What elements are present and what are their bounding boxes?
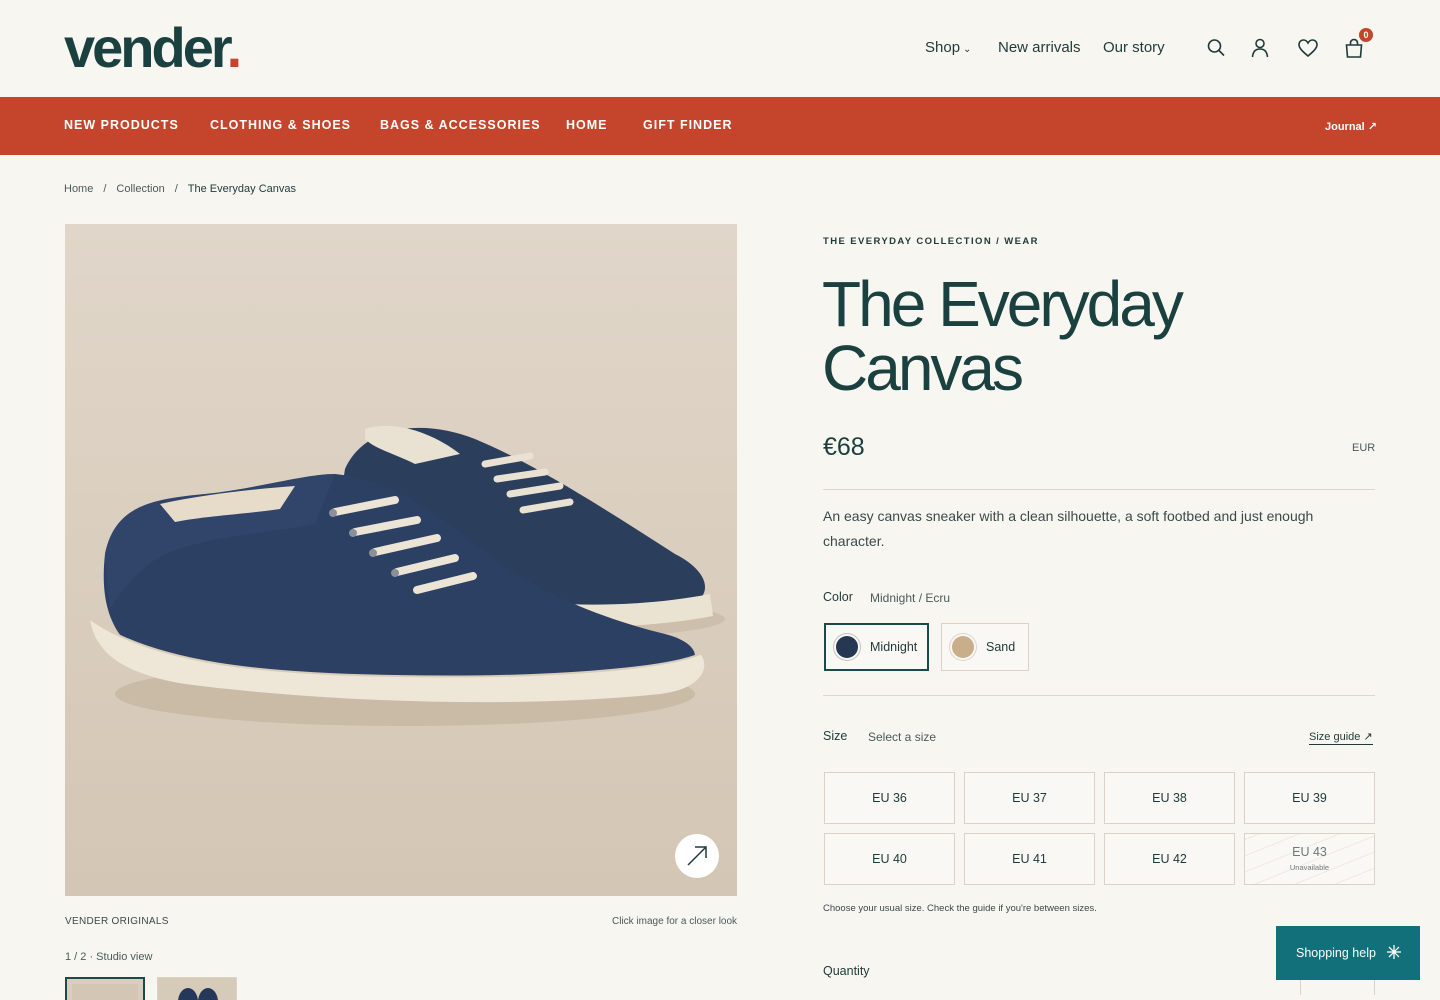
size-hint: Choose your usual size. Check the guide … xyxy=(823,903,1097,914)
breadcrumb: Home / Collection / The Everyday Canvas xyxy=(64,183,296,195)
gallery-thumbnail[interactable] xyxy=(157,977,237,1000)
product-image[interactable] xyxy=(65,224,737,896)
swatch-dot xyxy=(836,636,858,658)
category-new-products[interactable]: NEW PRODUCTS xyxy=(64,118,179,132)
zoom-button[interactable] xyxy=(675,834,719,878)
breadcrumb-current: The Everyday Canvas xyxy=(187,183,296,195)
nav-new-arrivals[interactable]: New arrivals xyxy=(998,39,1081,56)
journal-link[interactable]: Journal ↗ xyxy=(1325,120,1377,133)
divider xyxy=(823,695,1375,696)
product-collection: THE EVERYDAY COLLECTION / WEAR xyxy=(823,236,1039,247)
account-icon[interactable] xyxy=(1248,36,1272,60)
size-guide-link[interactable]: Size guide ↗ xyxy=(1309,730,1373,745)
product-title: The Everyday Canvas xyxy=(822,268,1184,404)
sneaker-illustration xyxy=(65,224,737,896)
product-price: €68 xyxy=(823,433,865,461)
sparkle-icon xyxy=(1387,945,1401,959)
nav-shop[interactable]: Shop ⌄ xyxy=(925,39,971,56)
divider xyxy=(823,489,1375,490)
breadcrumb-separator: / xyxy=(174,183,178,195)
product-description: An easy canvas sneaker with a clean silh… xyxy=(823,508,1314,549)
size-option-eu-41[interactable]: EU 41 xyxy=(964,833,1095,885)
size-option-eu-40[interactable]: EU 40 xyxy=(824,833,955,885)
category-home[interactable]: HOME xyxy=(566,118,608,132)
size-option-eu-39[interactable]: EU 39 xyxy=(1244,772,1375,824)
site-header: vender. Shop ⌄ New arrivals Our story 0 xyxy=(0,0,1440,97)
size-option-eu-43-unavailable: EU 43 Unavailable xyxy=(1244,833,1375,885)
unavailable-label: Unavailable xyxy=(1289,863,1330,872)
gallery-counter: 1 / 2 · Studio view xyxy=(65,951,153,963)
shopping-help-button[interactable]: Shopping help xyxy=(1276,926,1420,980)
arrow-up-right-icon xyxy=(687,846,707,866)
color-option-midnight[interactable]: Midnight xyxy=(824,623,929,671)
size-selected-value: Select a size xyxy=(868,730,937,744)
swatch-dot xyxy=(952,636,974,658)
size-option-eu-36[interactable]: EU 36 xyxy=(824,772,955,824)
category-bags-accessories[interactable]: BAGS & ACCESSORIES xyxy=(380,118,541,132)
brand-logo[interactable]: vender. xyxy=(64,18,242,78)
gallery-thumbnail[interactable] xyxy=(65,977,145,1000)
color-option-sand[interactable]: Sand xyxy=(941,623,1029,671)
cart-count-badge: 0 xyxy=(1359,28,1373,42)
heart-icon[interactable] xyxy=(1296,36,1320,60)
quantity-label: Quantity xyxy=(823,964,870,978)
breadcrumb-collection[interactable]: Collection xyxy=(116,183,164,195)
category-clothing-shoes[interactable]: CLOTHING & SHOES xyxy=(210,118,351,132)
breadcrumb-separator: / xyxy=(103,183,107,195)
gallery-hint: Click image for a closer look xyxy=(612,916,738,927)
category-gift-finder[interactable]: GIFT FINDER xyxy=(643,118,732,132)
size-option-eu-42[interactable]: EU 42 xyxy=(1104,833,1235,885)
color-label: Color xyxy=(823,590,853,604)
nav-our-story[interactable]: Our story xyxy=(1103,39,1165,56)
category-bar: NEW PRODUCTS CLOTHING & SHOES BAGS & ACC… xyxy=(0,97,1440,155)
chevron-down-icon: ⌄ xyxy=(963,44,972,55)
size-option-eu-37[interactable]: EU 37 xyxy=(964,772,1095,824)
breadcrumb-home[interactable]: Home xyxy=(64,183,93,195)
search-icon[interactable] xyxy=(1204,36,1228,60)
size-label: Size xyxy=(823,729,848,743)
currency-label: EUR xyxy=(1352,442,1376,454)
color-selected-value: Midnight / Ecru xyxy=(870,591,951,605)
size-option-eu-38[interactable]: EU 38 xyxy=(1104,772,1235,824)
gallery-caption: VENDER ORIGINALS xyxy=(65,916,169,927)
